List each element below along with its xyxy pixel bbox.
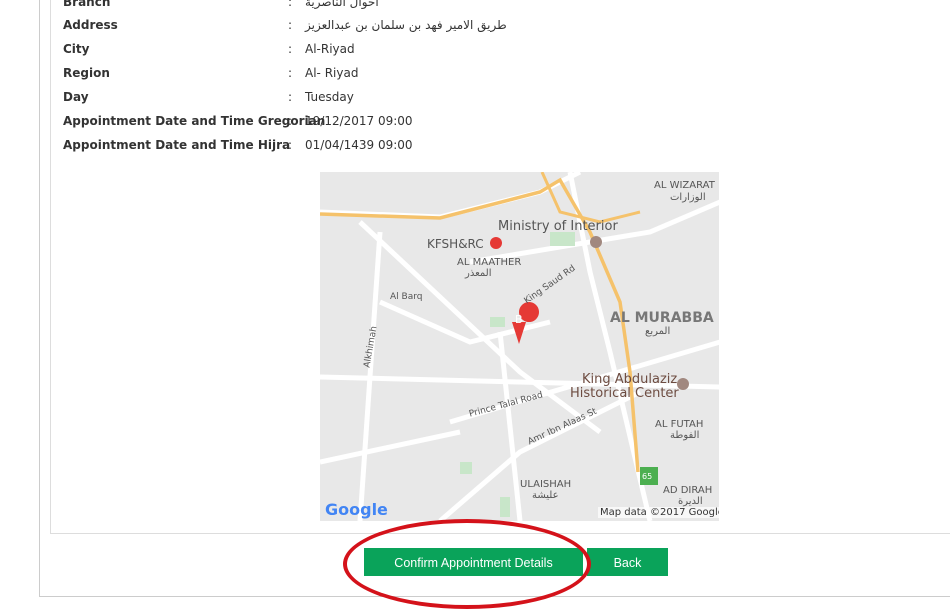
label: Region [63, 66, 110, 80]
highway-shield: 65 [642, 472, 653, 481]
label: Branch [63, 0, 111, 9]
map-label: King Abdulaziz [582, 372, 678, 387]
map-label: AL MAATHER [457, 257, 522, 268]
google-logo[interactable]: Google [325, 500, 388, 519]
confirm-appointment-button[interactable]: Confirm Appointment Details [364, 548, 583, 576]
separator: : [288, 90, 293, 104]
label: City [63, 42, 90, 56]
label: Day [63, 90, 89, 104]
map-attribution[interactable]: Map data ©2017 Google [598, 507, 719, 518]
separator: : [288, 42, 293, 56]
map-label: الديرة [678, 496, 703, 507]
ministry-icon [590, 236, 602, 248]
map-label: Ministry of Interior [498, 219, 618, 234]
label: Address [63, 18, 118, 32]
label: Appointment Date and Time Hijra [63, 138, 291, 152]
value: 01/04/1439 09:00 [305, 138, 413, 152]
value: احوال الناصرية [305, 0, 379, 9]
map-label: Al Barq [390, 292, 423, 302]
separator: : [288, 66, 293, 80]
map-label: ULAISHAH [520, 479, 572, 490]
map-label: الفوطة [670, 430, 700, 441]
label: Appointment Date and Time Gregorian [63, 114, 326, 128]
map-marker-label: B [515, 313, 523, 326]
map-label: المعذر [465, 268, 492, 279]
map-label: عليشة [532, 490, 559, 501]
separator: : [288, 0, 293, 9]
value: طريق الامير فهد بن سلمان بن عبدالعزيز [305, 18, 507, 32]
location-map[interactable]: AL WIZARAT الوزارات Ministry of Interior… [320, 172, 719, 521]
value: Tuesday [305, 90, 354, 104]
map-label: المربع [645, 326, 671, 337]
value: 19/12/2017 09:00 [305, 114, 413, 128]
value: Al- Riyad [305, 66, 359, 80]
map-label: الوزارات [670, 192, 706, 203]
separator: : [288, 18, 293, 32]
hospital-icon [490, 237, 502, 249]
map-label: AL MURABBA [610, 310, 714, 326]
separator: : [288, 138, 293, 152]
map-label: KFSH&RC [427, 237, 484, 251]
map-label: Historical Center [570, 386, 679, 401]
separator: : [288, 114, 293, 128]
back-button[interactable]: Back [587, 548, 668, 576]
value: Al-Riyad [305, 42, 355, 56]
map-label: AL WIZARAT [654, 180, 715, 191]
map-label: AL FUTAH [655, 419, 704, 430]
map-label: AD DIRAH [663, 485, 713, 496]
